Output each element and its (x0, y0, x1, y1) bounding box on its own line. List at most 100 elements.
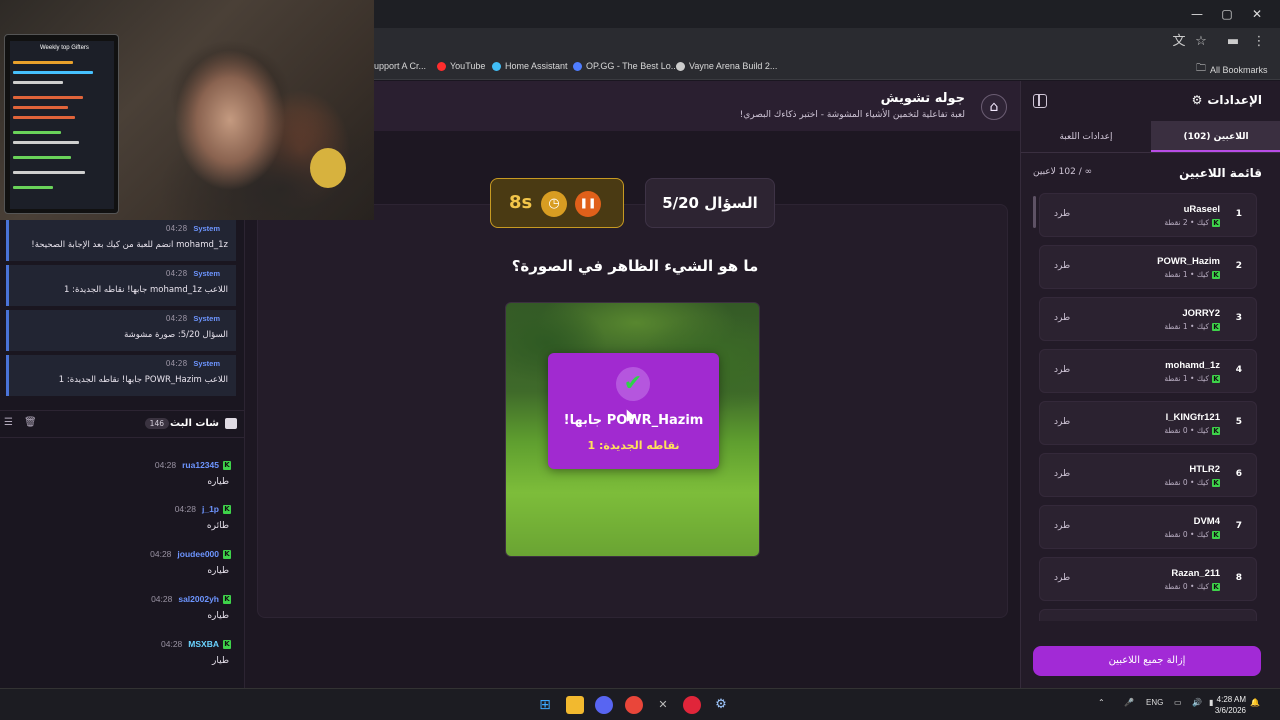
settings-panel: الإعدادات ⚙ إعدادات اللعبة اللاعبين (102… (1020, 81, 1280, 688)
chat-message: 04:28 joudee000 K طياره (0, 549, 245, 593)
microphone-icon[interactable]: 🎤 (1124, 698, 1134, 707)
remove-all-players-button[interactable]: إزالة جميع اللاعبين (1033, 646, 1261, 676)
trash-icon[interactable]: 🗑 (24, 417, 37, 428)
webcam-overlay: Weekly top Gifters (0, 0, 374, 220)
globe-icon (676, 61, 685, 71)
plush-toy (310, 148, 346, 188)
message-text: اللاعب POWR_Hazim جابها! نقاطه الجديدة: … (58, 375, 228, 385)
tab-game-settings[interactable]: إعدادات اللعبة (1021, 121, 1151, 152)
kick-icon: K (1212, 374, 1220, 383)
kick-icon: K (223, 550, 231, 559)
kick-button[interactable]: طرد (1054, 313, 1070, 323)
kick-button[interactable]: طرد (1054, 521, 1070, 531)
all-bookmarks[interactable]: 🗀 All Bookmarks (1196, 61, 1268, 78)
webcam-monitor: Weekly top Gifters (4, 34, 119, 214)
settings-tabs: إعدادات اللعبة اللاعبين (102) (1021, 121, 1280, 153)
settings-gear-icon[interactable]: ⚙ (712, 696, 730, 714)
player-row: 4 mohamd_1z K كيك • 1 نقطة طرد (1039, 349, 1257, 393)
chat-icon (225, 418, 237, 429)
collapse-panel-icon[interactable] (1033, 94, 1047, 108)
app-icon[interactable] (683, 696, 701, 714)
chrome-icon[interactable] (625, 696, 643, 714)
message-author[interactable]: joudee000 (177, 549, 219, 559)
blurred-image: ✔ POWR_Hazim جابها! نقاطه الجديدة: 1 (505, 302, 760, 557)
maximize-icon[interactable]: ▢ (1216, 5, 1238, 23)
profile-icon[interactable]: ▬ (1224, 33, 1242, 51)
network-icon[interactable]: ▭ (1174, 698, 1182, 707)
tab-players[interactable]: اللاعبين (102) (1151, 121, 1280, 152)
youtube-icon (437, 61, 446, 71)
list-icon[interactable]: ☰ (4, 417, 13, 428)
player-meta: K كيك • 1 نقطة (1164, 374, 1220, 383)
chat-message: 04:28 rua12345 K طياره (0, 460, 245, 504)
kick-button[interactable]: طرد (1054, 573, 1070, 583)
message-text: اللاعب mohamd_1z جابها! نقاطه الجديدة: 1 (63, 285, 228, 295)
kick-button[interactable]: طرد (1054, 261, 1070, 271)
system-message: 04:28 System اللاعب POWR_Hazim جابها! نقا… (6, 355, 236, 396)
gear-icon: ⚙ (1191, 93, 1203, 107)
home-icon: ⌂ (989, 99, 999, 115)
message-text: السؤال 5/20: صورة مشوشة (124, 330, 228, 340)
player-meta: K كيك • 0 نقطة (1164, 426, 1220, 435)
timer-box: 8s ◷ ❚❚ (490, 178, 624, 228)
message-author[interactable]: sal2002yh (178, 594, 219, 604)
windows-start-icon[interactable]: ⊞ (536, 696, 554, 714)
message-text: طياره (207, 477, 229, 487)
bookmark-item[interactable]: YouTube (437, 61, 485, 71)
message-author: System (193, 224, 220, 233)
kick-button[interactable]: طرد (1054, 209, 1070, 219)
discord-icon[interactable] (595, 696, 613, 714)
question-text: ما هو الشيء الظاهر في الصورة؟ (511, 257, 759, 275)
message-author[interactable]: MSXBA (188, 639, 219, 649)
player-meta: K كيك • 0 نقطة (1164, 478, 1220, 487)
taskbar-clock[interactable]: 4:28 AM 3/6/2026 (1215, 694, 1246, 716)
xbox-icon[interactable]: ✕ (654, 696, 672, 714)
scrollbar[interactable] (1033, 196, 1036, 228)
close-window-icon[interactable]: ✕ (1246, 5, 1268, 23)
message-time: 04:28 (174, 504, 196, 514)
battery-icon[interactable]: ▮ (1209, 698, 1213, 707)
message-time: 04:28 (165, 269, 188, 278)
players-list[interactable]: 1 uRaseel K كيك • 2 نقطة طرد 2 POWR_Hazim… (1033, 193, 1269, 621)
question-number: السؤال 5/20 (645, 178, 775, 228)
notification-icon[interactable]: 🔔 (1250, 698, 1260, 707)
kick-icon: K (1212, 530, 1220, 539)
message-author[interactable]: j_1p (202, 504, 219, 514)
bookmark-item[interactable]: Home Assistant (492, 61, 568, 71)
check-icon: ✔ (616, 367, 650, 401)
player-row: 1 uRaseel K كيك • 2 نقطة طرد (1039, 193, 1257, 237)
star-icon[interactable]: ☆ (1192, 33, 1210, 51)
kick-icon: K (1212, 582, 1220, 591)
pause-button[interactable]: ❚❚ (575, 191, 601, 217)
player-row: 3 JORRY2 K كيك • 1 نقطة طرد (1039, 297, 1257, 341)
folder-icon: 🗀 (1196, 63, 1206, 74)
language-indicator[interactable]: ENG (1146, 698, 1163, 707)
message-text: طياره (207, 611, 229, 621)
kick-icon: K (1212, 426, 1220, 435)
minimize-icon[interactable]: — (1186, 5, 1208, 23)
kick-button[interactable]: طرد (1054, 469, 1070, 479)
players-list-title: قائمة اللاعبين (1179, 166, 1262, 180)
bookmark-item[interactable]: Vayne Arena Build 2... (676, 61, 777, 71)
message-author[interactable]: rua12345 (182, 460, 219, 470)
correct-answer-popup: ✔ POWR_Hazim جابها! نقاطه الجديدة: 1 (548, 353, 719, 469)
bookmark-item[interactable]: upport A Cr... (374, 61, 426, 71)
kick-icon: K (1212, 218, 1220, 227)
bookmark-item[interactable]: OP.GG - The Best Lo... (573, 61, 678, 71)
menu-dots-icon[interactable]: ⋮ (1250, 33, 1268, 51)
translate-icon[interactable]: 文 (1170, 33, 1188, 51)
kick-icon: K (1212, 270, 1220, 279)
player-meta: K كيك • 0 نقطة (1164, 530, 1220, 539)
player-rank: 7 (1235, 521, 1242, 531)
player-name: uRaseel (1183, 204, 1220, 215)
message-time: 04:28 (161, 639, 183, 649)
file-explorer-icon[interactable] (566, 696, 584, 714)
player-name: JORRY2 (1182, 308, 1220, 319)
clock-icon: ◷ (541, 191, 567, 217)
kick-button[interactable]: طرد (1054, 417, 1070, 427)
kick-button[interactable]: طرد (1054, 365, 1070, 375)
home-button[interactable]: ⌂ (981, 94, 1007, 120)
player-meta: K كيك • 2 نقطة (1164, 218, 1220, 227)
tray-up-icon[interactable]: ⌃ (1098, 698, 1105, 707)
volume-icon[interactable]: 🔊 (1192, 698, 1202, 707)
